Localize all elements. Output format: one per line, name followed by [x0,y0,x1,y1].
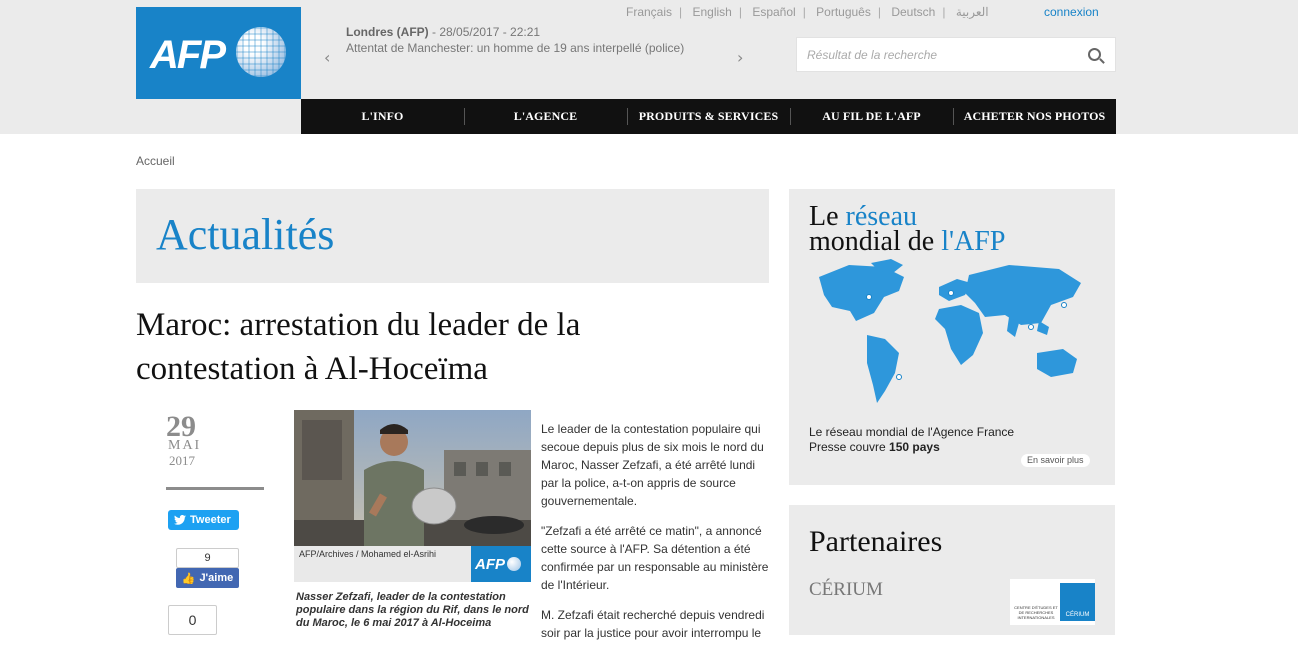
partner-name[interactable]: CÉRIUM [809,579,883,601]
article-paragraph: M. Zefzafi était recherché depuis vendre… [541,608,765,640]
news-ticker: ‹ Londres (AFP) - 28/05/2017 - 22:21 Att… [318,22,758,72]
world-map [819,259,1081,403]
afp-badge-text: AFP [475,555,505,573]
section-title: Actualités [156,210,335,259]
article-paragraph: "Zefzafi a été arrêté ce matin", a annon… [541,524,769,592]
like-label: J'aime [199,572,234,584]
ticker-meta: Londres (AFP) - 28/05/2017 - 22:21 [346,25,540,39]
partners-title: Partenaires [809,525,943,558]
photo-caption: Nasser Zefzafi, leader de la contestatio… [296,591,529,629]
article-headline: Maroc: arrestation du leader de la conte… [136,307,581,387]
nav-item-produits[interactable]: PRODUITS & SERVICES [627,99,790,134]
article-body: Le leader de la contestation populaire q… [541,420,771,654]
network-title: Le réseau mondial de l'AFP [809,203,1006,257]
date-month: MAI [168,438,202,453]
nav-item-agence[interactable]: L'AGENCE [464,99,627,134]
logo-text: AFP [150,33,226,77]
main-nav: L'INFO L'AGENCE PRODUITS & SERVICES AU F… [301,99,1116,134]
article-paragraph: Le leader de la contestation populaire q… [541,422,764,508]
nav-item-info[interactable]: L'INFO [301,99,464,134]
search-bar [796,37,1116,72]
afp-badge: AFP [471,546,531,582]
network-title-part: mondial de [809,226,942,257]
share-count[interactable]: 0 [168,605,217,635]
afp-logo[interactable]: AFP [136,7,301,99]
section-banner: Actualités [136,189,769,283]
site-header: AFP ‹ Londres (AFP) - 28/05/2017 - 22:21… [0,0,1298,134]
network-title-highlight: l'AFP [941,226,1006,257]
like-count: 9 [176,548,239,572]
photo-image [294,410,531,546]
cerium-mark: CÉRIUM [1060,583,1095,621]
cerium-logo-text: CÉRIUM [1065,612,1090,618]
globe-icon [507,557,521,571]
globe-icon [236,27,286,77]
nav-item-photos[interactable]: ACHETER NOS PHOTOS [953,99,1116,134]
cerium-logo[interactable]: CENTRE D'ÉTUDES ET DE RECHERCHES INTERNA… [1010,579,1095,625]
date-divider [166,487,264,490]
tweet-button[interactable]: Tweeter [168,510,239,530]
tweet-label: Tweeter [190,514,231,526]
lang-francais[interactable]: Français [626,5,672,19]
network-description: Le réseau mondial de l'Agence France Pre… [809,425,1049,455]
twitter-icon [174,515,186,525]
chevron-right-icon[interactable]: › [737,48,743,67]
nav-item-fil[interactable]: AU FIL DE L'AFP [790,99,953,134]
network-promo[interactable]: Le réseau mondial de l'AFP Le réseau mon… [789,189,1115,485]
search-input[interactable] [797,38,1077,71]
language-switcher: Français | English | Español | Português | D… [626,5,989,19]
lang-espanol[interactable]: Español [752,5,795,19]
ticker-place: Londres (AFP) [346,25,429,39]
photo-credit-text: AFP/Archives / Mohamed el-Asrihi [299,549,437,559]
ticker-headline[interactable]: Attentat de Manchester: un homme de 19 a… [346,41,684,55]
partners-box: Partenaires CÉRIUM CENTRE D'ÉTUDES ET DE… [789,505,1115,635]
like-button[interactable]: 👍 J'aime [176,568,239,588]
network-desc-count: 150 pays [889,440,940,454]
cerium-subtitle: CENTRE D'ÉTUDES ET DE RECHERCHES INTERNA… [1014,605,1058,620]
lang-arabic[interactable]: العربية [956,5,989,19]
facebook-like-button[interactable]: 9 👍 J'aime [176,548,239,588]
learn-more-button[interactable]: En savoir plus [1021,454,1090,467]
thumbs-up-icon: 👍 [181,572,196,585]
search-icon[interactable] [1088,48,1101,61]
lang-deutsch[interactable]: Deutsch [891,5,935,19]
chevron-left-icon[interactable]: ‹ [324,48,330,67]
lang-portugues[interactable]: Português [816,5,871,19]
ticker-datetime: - 28/05/2017 - 22:21 [428,25,541,39]
login-link[interactable]: connexion [1044,5,1099,19]
article-photo[interactable]: AFP/Archives / Mohamed el-Asrihi AFP [294,410,531,582]
lang-english[interactable]: English [692,5,731,19]
breadcrumb[interactable]: Accueil [136,154,175,168]
date-year: 2017 [169,453,195,468]
